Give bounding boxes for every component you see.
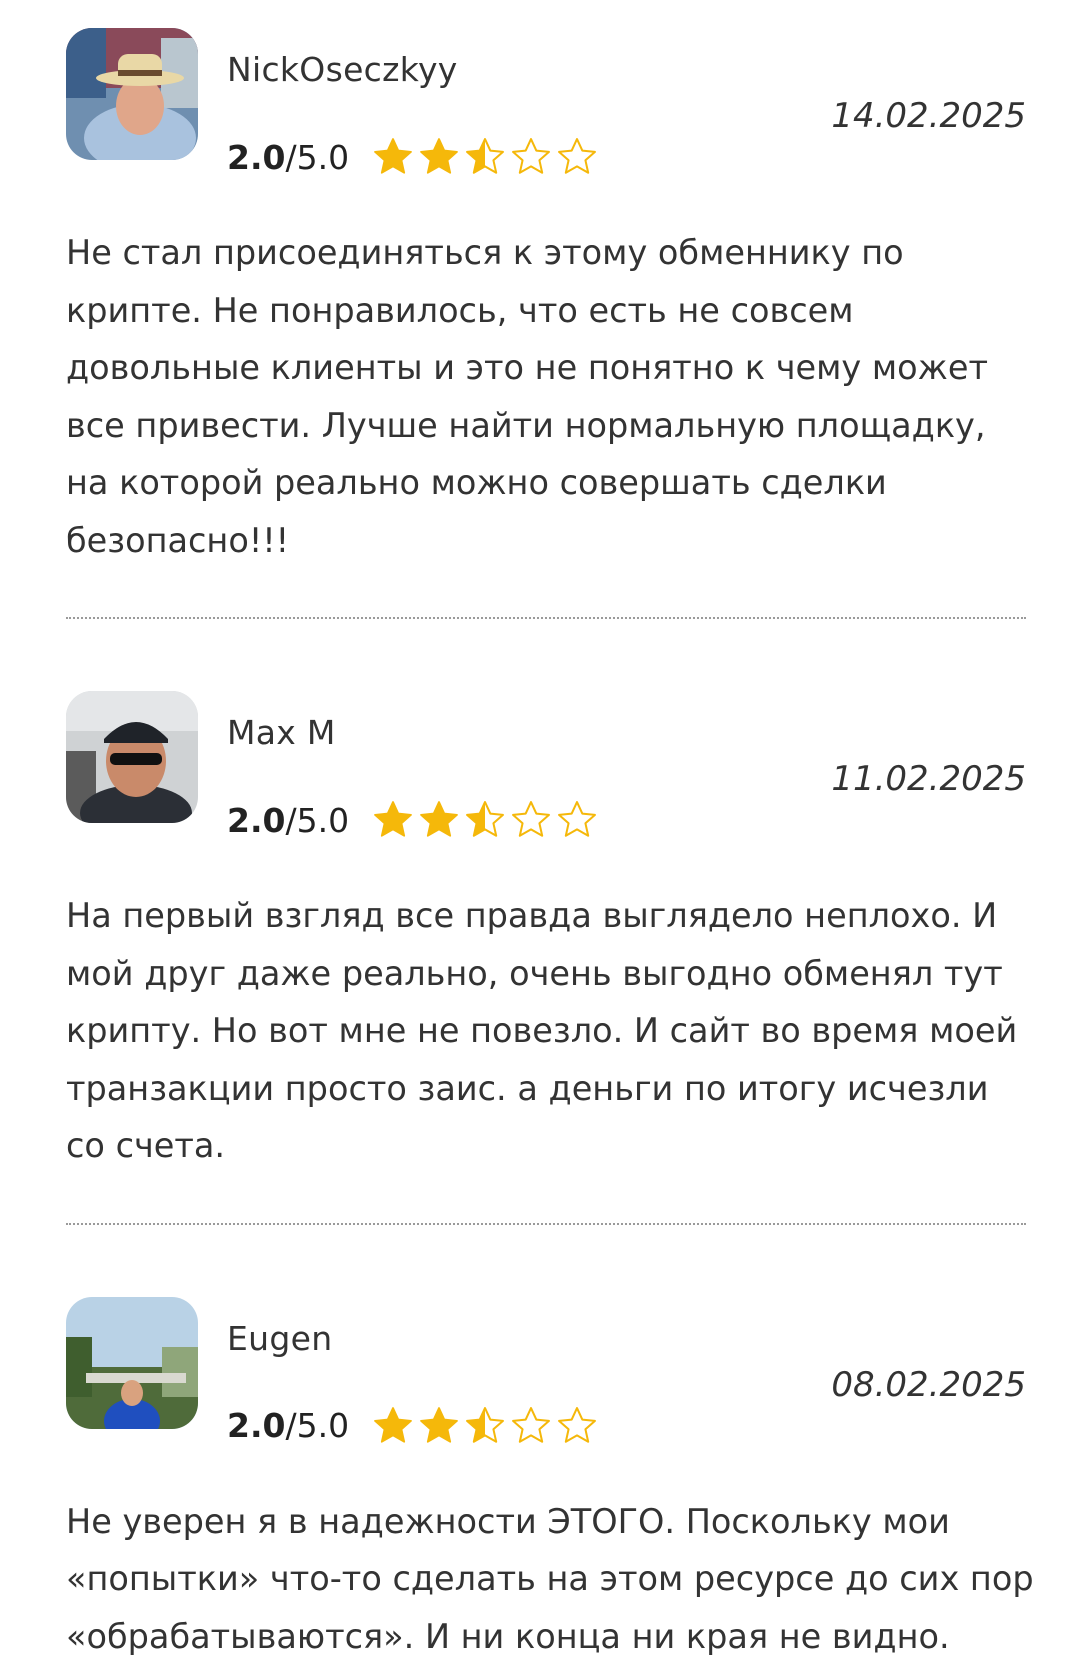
reviews-list: NickOseczkyy 14.02.2025 2.0 /5.0 Не стал…: [0, 0, 1080, 1665]
star-half-icon: [463, 1404, 507, 1448]
review-header: Max M 11.02.2025 2.0 /5.0: [0, 663, 1080, 853]
review-author: NickOseczkyy: [227, 50, 458, 89]
star-filled-icon: [417, 798, 461, 842]
review-rating: 2.0 /5.0: [227, 797, 599, 843]
review-card: NickOseczkyy 14.02.2025 2.0 /5.0 Не стал…: [0, 0, 1080, 663]
rating-max: /5.0: [285, 801, 349, 840]
review-rating: 2.0 /5.0: [227, 1403, 599, 1449]
review-author: Max M: [227, 713, 336, 752]
rating-stars: [371, 1404, 599, 1448]
rating-stars: [371, 135, 599, 179]
review-header: Eugen 08.02.2025 2.0 /5.0: [0, 1269, 1080, 1459]
star-outline-icon: [509, 1404, 553, 1448]
star-filled-icon: [371, 798, 415, 842]
review-date: 11.02.2025: [831, 759, 1026, 799]
avatar-photo: [66, 691, 198, 823]
star-outline-icon: [509, 135, 553, 179]
review-header: NickOseczkyy 14.02.2025 2.0 /5.0: [0, 0, 1080, 190]
review-date: 14.02.2025: [831, 96, 1026, 136]
star-outline-icon: [555, 1404, 599, 1448]
star-filled-icon: [371, 1404, 415, 1448]
review-card: Max M 11.02.2025 2.0 /5.0 На первый взгл…: [0, 663, 1080, 1269]
avatar-photo: [66, 28, 198, 160]
star-half-icon: [463, 798, 507, 842]
review-text: Не уверен я в надежности ЭТОГО. Поскольк…: [66, 1493, 1036, 1665]
avatar[interactable]: [66, 1297, 198, 1429]
review-date: 08.02.2025: [831, 1365, 1026, 1405]
avatar[interactable]: [66, 28, 198, 160]
rating-stars: [371, 798, 599, 842]
review-author: Eugen: [227, 1319, 332, 1358]
star-outline-icon: [509, 798, 553, 842]
avatar-photo: [66, 1297, 198, 1429]
review-card: Eugen 08.02.2025 2.0 /5.0 Не уверен я в …: [0, 1269, 1080, 1665]
star-half-icon: [463, 135, 507, 179]
star-outline-icon: [555, 135, 599, 179]
rating-score: 2.0: [227, 801, 285, 840]
rating-max: /5.0: [285, 1406, 349, 1445]
star-filled-icon: [417, 1404, 461, 1448]
review-rating: 2.0 /5.0: [227, 134, 599, 180]
star-outline-icon: [555, 798, 599, 842]
rating-score: 2.0: [227, 1406, 285, 1445]
review-text: На первый взгляд все правда выглядело не…: [66, 887, 1036, 1175]
rating-score: 2.0: [227, 138, 285, 177]
review-text: Не стал присоединяться к этому обменнику…: [66, 224, 1036, 569]
avatar[interactable]: [66, 691, 198, 823]
star-filled-icon: [371, 135, 415, 179]
rating-max: /5.0: [285, 138, 349, 177]
star-filled-icon: [417, 135, 461, 179]
